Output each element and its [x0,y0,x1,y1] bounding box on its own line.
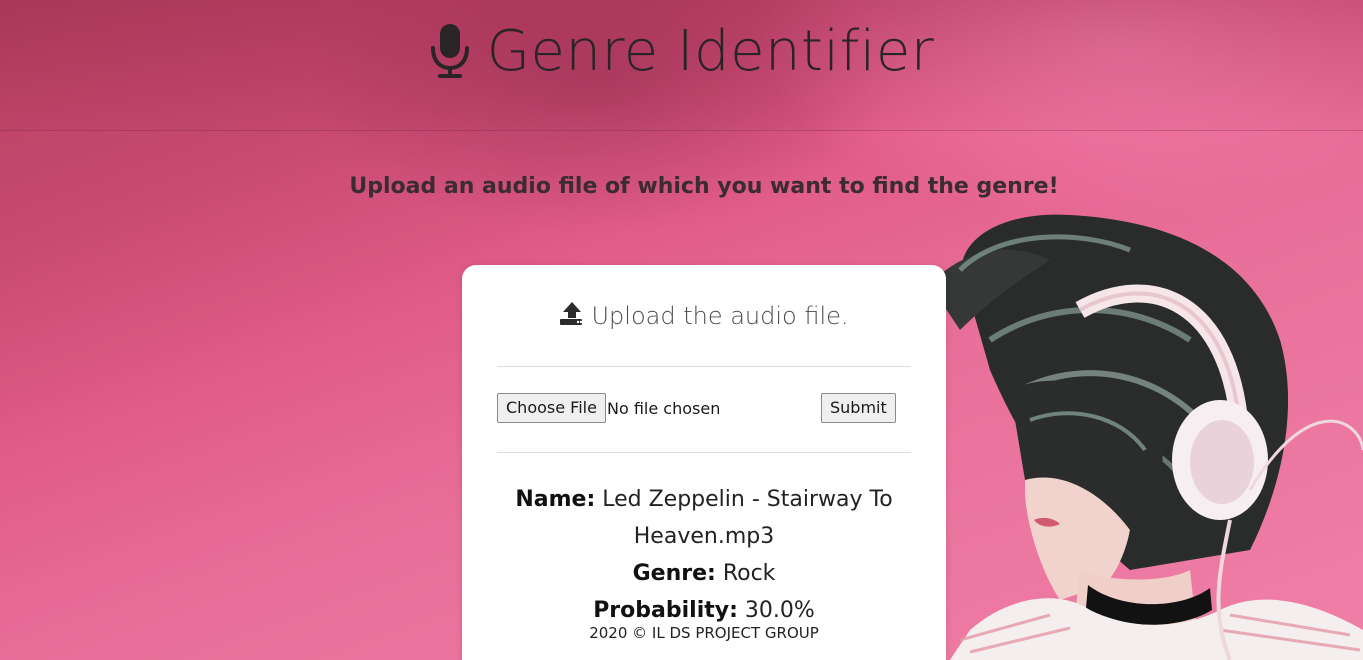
genre-label: Genre: [632,561,716,586]
divider [497,452,911,453]
microphone-icon [430,24,469,78]
divider [497,366,911,367]
upload-card: Upload the audio file. Choose File No fi… [462,265,946,660]
result-block: Name: Led Zeppelin - Stairway To Heaven.… [502,481,906,629]
result-name: Name: Led Zeppelin - Stairway To Heaven.… [502,481,906,555]
probability-label: Probability: [593,598,738,623]
submit-button[interactable]: Submit [821,393,896,423]
card-heading-text: Upload the audio file. [591,302,849,330]
file-status-text: No file chosen [607,399,721,418]
name-label: Name: [515,487,596,512]
genre-value: Rock [722,561,776,586]
probability-value: 30.0% [744,598,815,623]
name-value: Led Zeppelin - Stairway To Heaven.mp3 [602,487,893,549]
upload-icon [560,302,583,325]
page-title: Genre Identifier [486,18,935,84]
card-heading: Upload the audio file. [462,301,946,330]
choose-file-button[interactable]: Choose File [497,393,606,423]
page-header: Genre Identifier [0,0,1363,131]
result-genre: Genre: Rock [502,555,906,592]
page-subtitle: Upload an audio file of which you want t… [349,174,1059,199]
woman-headphones-image [930,214,1363,660]
footer-copyright: 2020 © IL DS PROJECT GROUP [589,624,819,642]
title-group: Genre Identifier [429,19,935,84]
